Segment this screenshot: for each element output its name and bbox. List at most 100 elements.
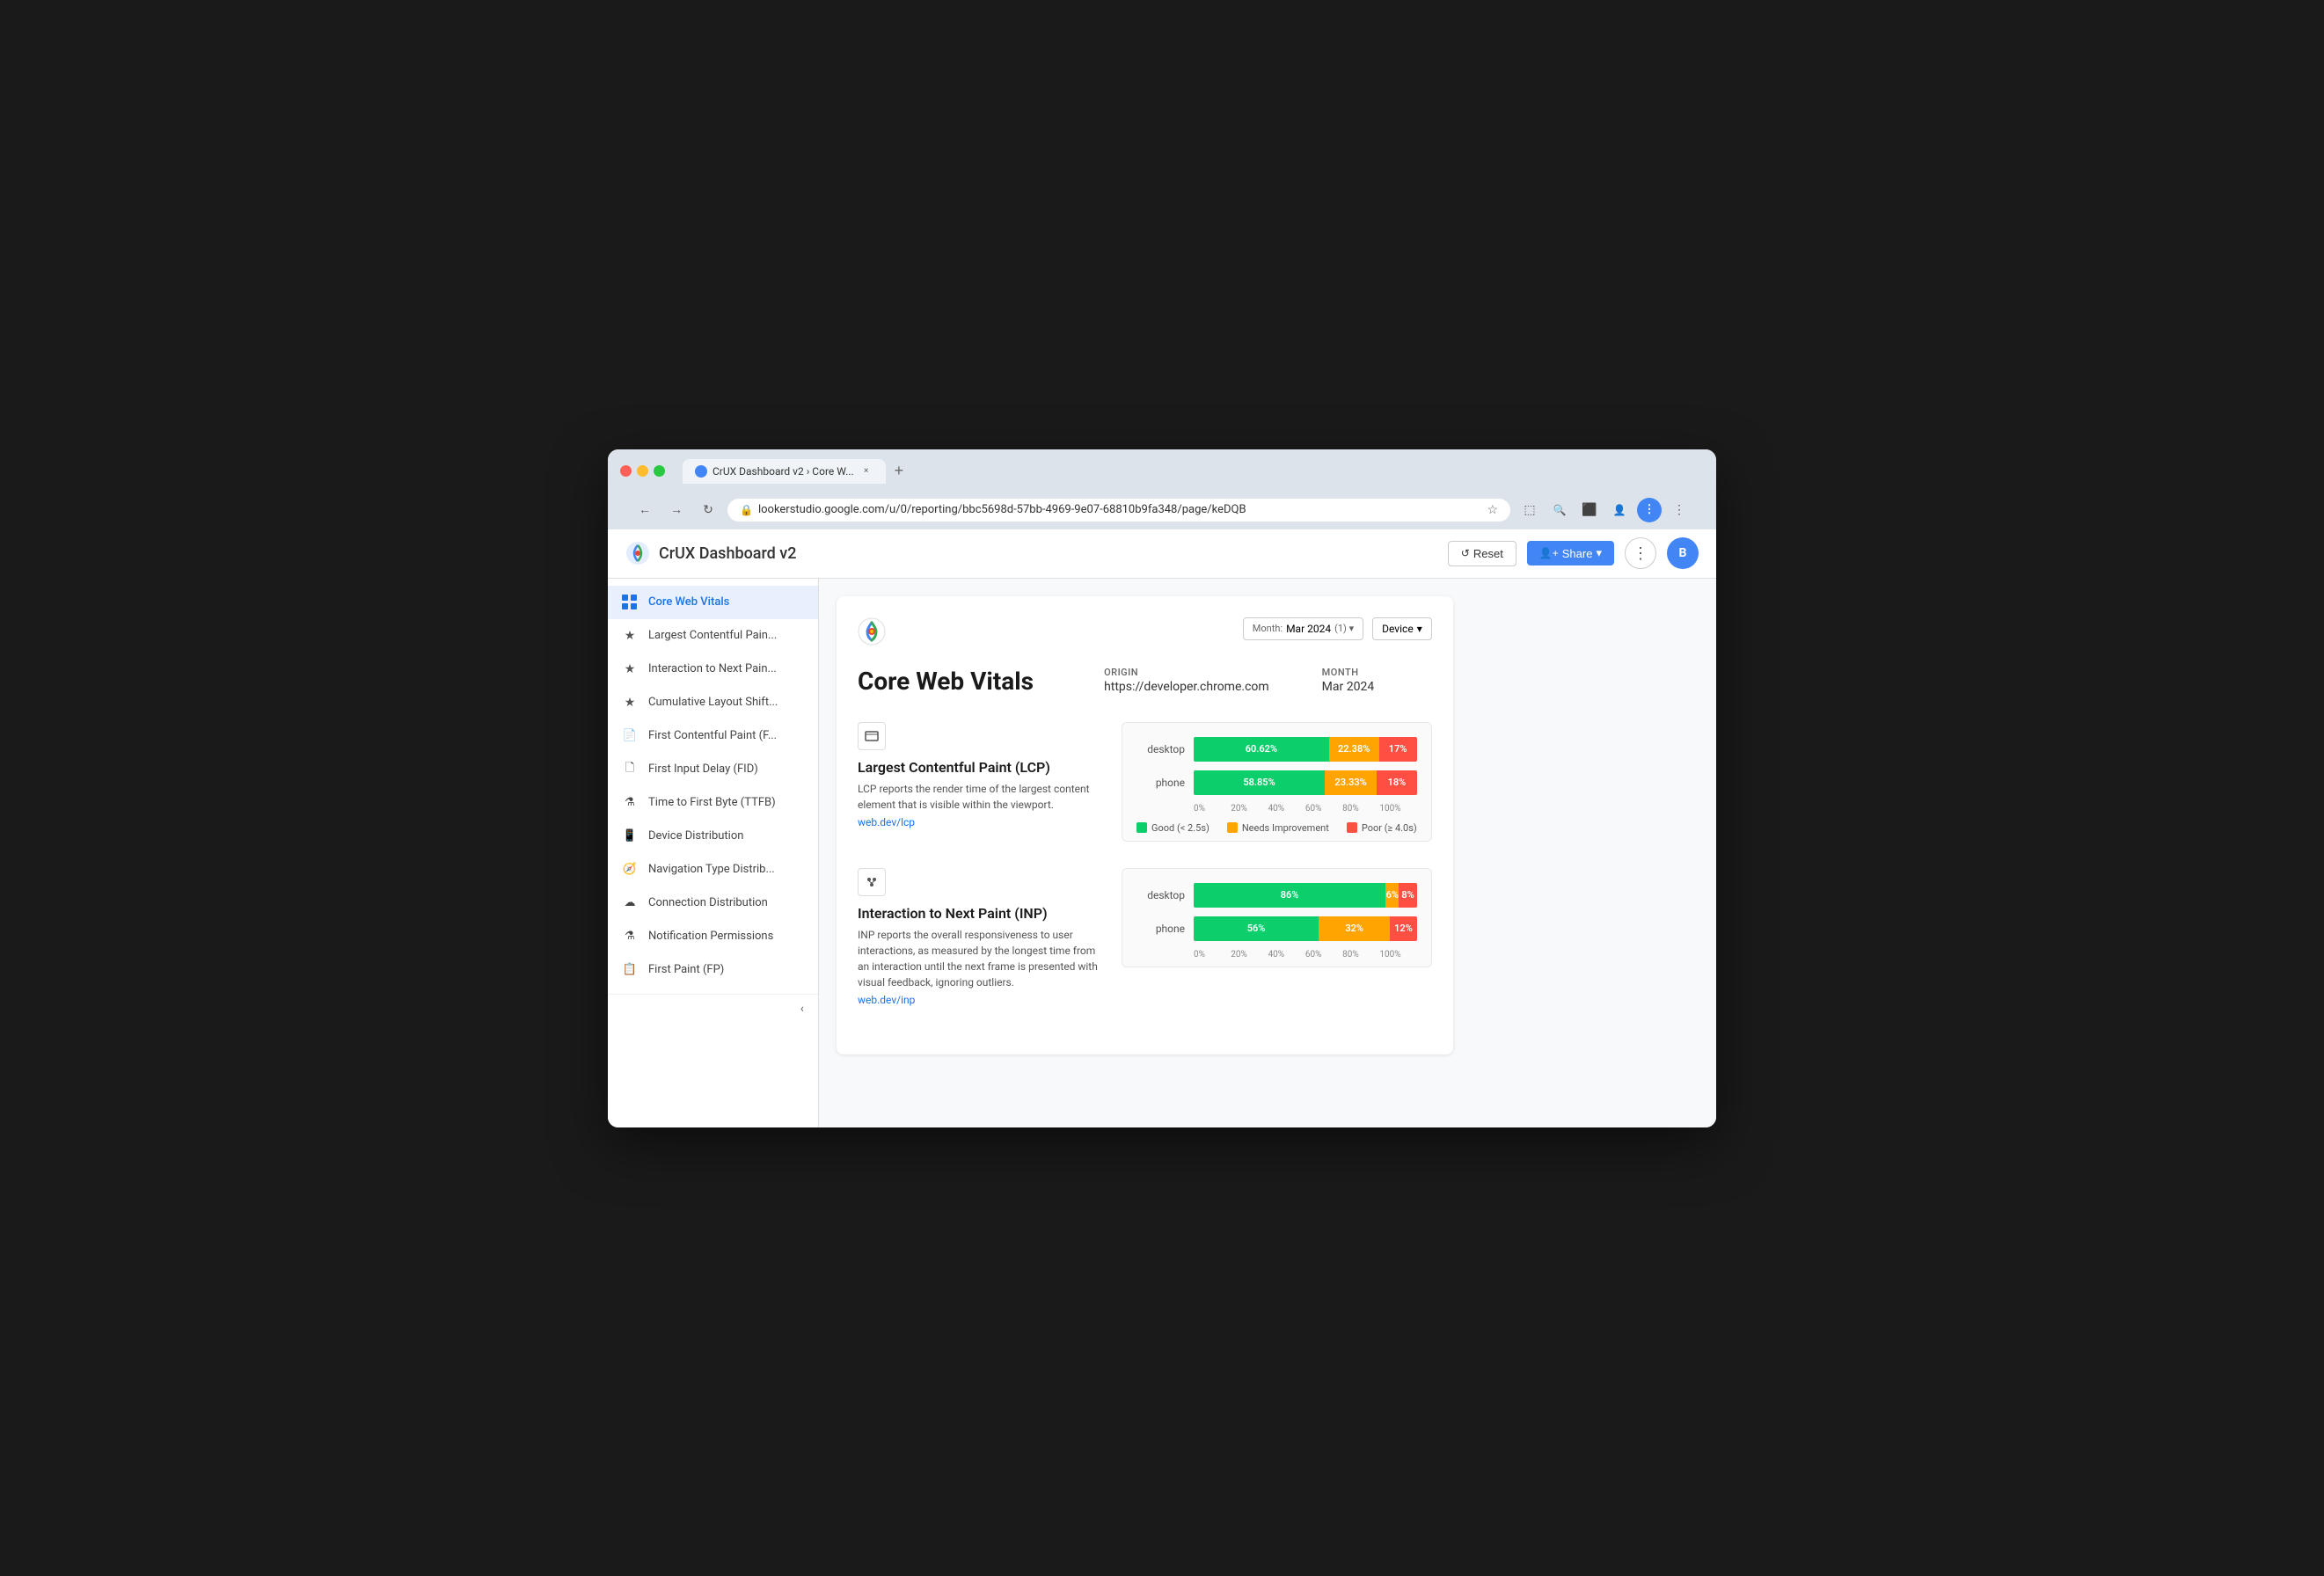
inp-name: Interaction to Next Paint (INP) <box>858 905 1104 922</box>
app-body: Core Web Vitals ★ Largest Contentful Pai… <box>608 579 1471 1127</box>
title-row: Core Web Vitals Origin https://developer… <box>858 667 1432 701</box>
back-button[interactable]: ← <box>632 498 657 522</box>
chrome-more-icon[interactable]: ⋮ <box>1667 498 1692 522</box>
profile-icon[interactable]: 👤 <box>1607 498 1632 522</box>
minimize-button[interactable] <box>637 465 648 477</box>
maximize-button[interactable] <box>654 465 665 477</box>
doc-icon-fp: 📋 <box>622 962 638 978</box>
sidebar-label-device: Device Distribution <box>648 829 743 843</box>
month-value: Mar 2024 <box>1322 680 1375 694</box>
lcp-desktop-label: desktop <box>1136 743 1185 755</box>
sidebar-label-fcp: First Contentful Paint (F... <box>648 729 777 742</box>
inp-description: INP reports the overall responsiveness t… <box>858 927 1104 990</box>
inp-phone-track: 56% 32% 12% <box>1194 916 1417 941</box>
sidebar-item-core-web-vitals[interactable]: Core Web Vitals <box>608 586 818 619</box>
new-tab-button[interactable]: + <box>888 458 911 484</box>
lcp-section: Largest Contentful Paint (LCP) LCP repor… <box>858 722 1432 842</box>
reset-button[interactable]: ↺ Reset <box>1448 541 1516 566</box>
month-filter-count: (1) ▾ <box>1334 623 1354 634</box>
month-filter-value: Mar 2024 <box>1286 623 1331 635</box>
inp-section: Interaction to Next Paint (INP) INP repo… <box>858 868 1432 1007</box>
app-header-left: CrUX Dashboard v2 <box>625 541 796 565</box>
active-tab[interactable]: CrUX Dashboard v2 › Core W... × <box>683 459 886 484</box>
lcp-phone-poor: 18% <box>1377 770 1417 795</box>
x-tick-0: 0% <box>1194 804 1231 814</box>
sidebar-item-first-paint[interactable]: 📋 First Paint (FP) <box>608 953 818 987</box>
header-avatar[interactable]: B <box>1667 537 1699 569</box>
browser-toolbar: ← → ↻ 🔒 lookerstudio.google.com/u/0/repo… <box>620 491 1704 529</box>
sidebar-item-fid[interactable]: 🗋 First Input Delay (FID) <box>608 753 818 786</box>
sidebar-item-navtype[interactable]: 🧭 Navigation Type Distrib... <box>608 853 818 886</box>
lcp-phone-label: phone <box>1136 777 1185 789</box>
inp-desktop-poor: 8% <box>1399 883 1416 908</box>
forward-button[interactable]: → <box>664 498 689 522</box>
inp-x-tick-20: 20% <box>1231 950 1268 959</box>
sidebar-label-cls: Cumulative Layout Shift... <box>648 696 778 709</box>
x-tick-80: 80% <box>1342 804 1379 814</box>
app-title: CrUX Dashboard v2 <box>659 544 796 563</box>
inp-phone-poor: 12% <box>1390 916 1416 941</box>
lcp-chart-legend: Good (< 2.5s) Needs Improvement Poor (≥ … <box>1136 822 1417 834</box>
report-card: Month: Mar 2024 (1) ▾ Device ▾ <box>837 596 1453 1054</box>
inp-desktop-row: desktop 86% 6% 8% <box>1136 883 1417 908</box>
lcp-icon-area <box>858 722 1104 750</box>
sidebar-item-connection[interactable]: ☁ Connection Distribution <box>608 886 818 920</box>
lcp-desktop-track: 60.62% 22.38% 17% <box>1194 737 1417 762</box>
share-button[interactable]: 👤+ Share ▾ <box>1527 541 1614 565</box>
sidebar-item-lcp[interactable]: ★ Largest Contentful Pain... <box>608 619 818 653</box>
tab-close-icon[interactable]: × <box>859 464 873 478</box>
inp-desktop-needs: 6% <box>1385 883 1399 908</box>
sidebar-label-notification: Notification Permissions <box>648 930 773 943</box>
sidebar-item-fcp[interactable]: 📄 First Contentful Paint (F... <box>608 719 818 753</box>
lcp-link[interactable]: web.dev/lcp <box>858 816 915 828</box>
url-text: lookerstudio.google.com/u/0/reporting/bb… <box>758 503 1481 516</box>
legend-needs-label: Needs Improvement <box>1242 822 1329 834</box>
inp-chart: desktop 86% 6% 8% phone <box>1122 868 1432 967</box>
inp-content: Interaction to Next Paint (INP) INP repo… <box>858 868 1432 1007</box>
user-avatar[interactable]: ⋮ <box>1637 498 1662 522</box>
browser-window: CrUX Dashboard v2 › Core W... × + ← → ↻ … <box>608 449 1716 1127</box>
device-dropdown-icon: ▾ <box>1417 623 1422 635</box>
x-tick-60: 60% <box>1305 804 1342 814</box>
extensions-icon[interactable]: ⬚ <box>1517 498 1542 522</box>
device-filter-dropdown[interactable]: Device ▾ <box>1372 617 1432 640</box>
sidebar-item-notification[interactable]: ⚗ Notification Permissions <box>608 920 818 953</box>
sidebar-item-device[interactable]: 📱 Device Distribution <box>608 820 818 853</box>
legend-poor: Poor (≥ 4.0s) <box>1347 822 1417 834</box>
legend-needs-color <box>1227 822 1238 833</box>
close-button[interactable] <box>620 465 632 477</box>
main-content: Month: Mar 2024 (1) ▾ Device ▾ <box>819 579 1471 1127</box>
origin-value: https://developer.chrome.com <box>1104 680 1269 694</box>
sidebar-toggle-icon[interactable]: ⬛ <box>1577 498 1602 522</box>
refresh-button[interactable]: ↻ <box>696 498 720 522</box>
report-header: Month: Mar 2024 (1) ▾ Device ▾ <box>858 617 1432 649</box>
report-title-area: Core Web Vitals <box>858 667 1034 701</box>
sidebar-item-cls[interactable]: ★ Cumulative Layout Shift... <box>608 686 818 719</box>
lcp-phone-row: phone 58.85% 23.33% 18% <box>1136 770 1417 795</box>
month-label: Month <box>1322 667 1375 678</box>
lcp-phone-good: 58.85% <box>1194 770 1325 795</box>
sidebar-item-ttfb[interactable]: ⚗ Time to First Byte (TTFB) <box>608 786 818 820</box>
tab-favicon <box>695 465 707 478</box>
inp-phone-row: phone 56% 32% 12% <box>1136 916 1417 941</box>
doc-icon-fcp: 📄 <box>622 728 638 744</box>
app-container: CrUX Dashboard v2 ↺ Reset 👤+ Share ▾ ⋮ B <box>608 529 1716 1127</box>
legend-needs: Needs Improvement <box>1227 822 1329 834</box>
more-options-button[interactable]: ⋮ <box>1625 537 1656 569</box>
sidebar-label-inp: Interaction to Next Pain... <box>648 662 777 675</box>
bookmark-icon[interactable]: ☆ <box>1487 503 1498 517</box>
inp-link[interactable]: web.dev/inp <box>858 994 915 1006</box>
lock-icon: 🔒 <box>740 504 753 516</box>
sidebar-label-ttfb: Time to First Byte (TTFB) <box>648 796 776 809</box>
sidebar-item-inp[interactable]: ★ Interaction to Next Pain... <box>608 653 818 686</box>
address-bar[interactable]: 🔒 lookerstudio.google.com/u/0/reporting/… <box>727 499 1510 522</box>
inp-x-axis: 0% 20% 40% 60% 80% 100% <box>1136 950 1417 959</box>
lcp-description: LCP reports the render time of the large… <box>858 781 1104 813</box>
toolbar-actions: ⬚ 🔍 ⬛ 👤 ⋮ ⋮ <box>1517 498 1692 522</box>
tab-title: CrUX Dashboard v2 › Core W... <box>713 465 854 478</box>
legend-poor-color <box>1347 822 1357 833</box>
month-filter-dropdown[interactable]: Month: Mar 2024 (1) ▾ <box>1243 617 1363 640</box>
collapse-sidebar-button[interactable]: ‹ <box>800 1002 804 1016</box>
looker-icon[interactable]: 🔍 <box>1547 498 1572 522</box>
month-group: Month Mar 2024 <box>1322 667 1375 701</box>
